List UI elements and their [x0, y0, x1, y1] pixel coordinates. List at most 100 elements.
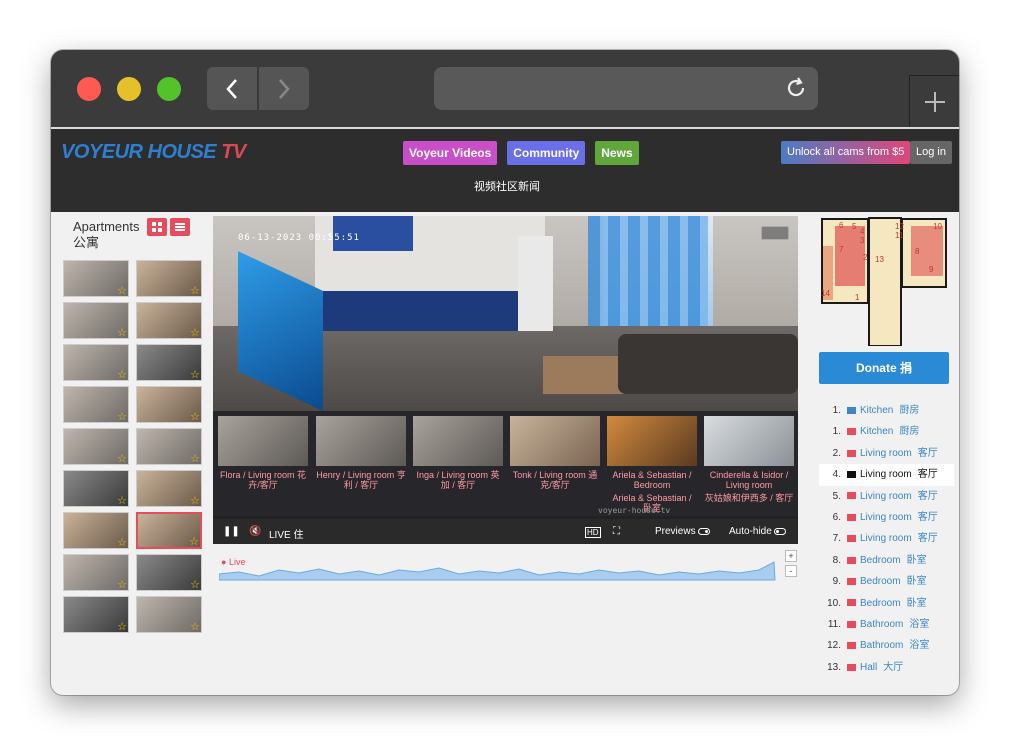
- apartment-thumb[interactable]: ☆: [63, 344, 129, 381]
- reload-icon[interactable]: [784, 76, 808, 100]
- top-nav: Voyeur Videos Community News: [403, 141, 639, 165]
- camera-list-item[interactable]: 11. Bathroom 浴室: [819, 614, 954, 635]
- camera-list-item[interactable]: 9. Bedroom 卧室: [819, 571, 954, 592]
- map-room-number: 10: [933, 222, 942, 231]
- autohide-label: Auto-hide: [729, 526, 772, 537]
- apartment-thumb[interactable]: ☆: [136, 596, 202, 633]
- star-icon: ☆: [190, 579, 200, 591]
- apartment-thumb[interactable]: ☆: [63, 554, 129, 591]
- apartment-thumb[interactable]: ☆: [136, 302, 202, 339]
- previews-label: Previews: [655, 526, 696, 537]
- timeline-zoom-out-button[interactable]: -: [785, 565, 797, 577]
- maximize-window-button[interactable]: [157, 77, 181, 101]
- star-icon: ☆: [190, 285, 200, 297]
- minimize-window-button[interactable]: [117, 77, 141, 101]
- nav-community[interactable]: Community: [507, 141, 586, 165]
- star-icon: ☆: [117, 621, 127, 633]
- apartment-thumb[interactable]: ☆: [136, 554, 202, 591]
- preview-label: Inga / Living room 英加 / 客厅: [416, 470, 500, 490]
- activity-graph: [219, 561, 776, 581]
- preview-item[interactable]: Tonk / Living room 通克/客厅: [510, 416, 600, 490]
- apartment-thumb[interactable]: ☆: [136, 260, 202, 297]
- apartment-thumb[interactable]: ☆: [63, 596, 129, 633]
- apartment-thumb[interactable]: ☆: [136, 344, 202, 381]
- star-icon: ☆: [190, 327, 200, 339]
- video-camera-icon: [847, 556, 856, 564]
- map-room-number: 5: [852, 222, 857, 231]
- live-label: LIVE 住: [269, 530, 304, 541]
- grid-view-button[interactable]: [147, 218, 167, 236]
- camera-list-item[interactable]: 8. Bedroom 卧室: [819, 550, 954, 571]
- star-icon: ☆: [117, 327, 127, 339]
- close-window-button[interactable]: [77, 77, 101, 101]
- floor-plan-map[interactable]: 6 5 4 3 7 2 13 12 11 8 10 9 1 14: [819, 216, 949, 346]
- forward-button[interactable]: [259, 67, 309, 110]
- video-camera-icon: [847, 492, 856, 500]
- star-icon: ☆: [190, 453, 200, 465]
- fullscreen-icon[interactable]: ⛶: [613, 526, 620, 537]
- preview-item[interactable]: Henry / Living room 亨利 / 客厅: [316, 416, 406, 490]
- preview-item[interactable]: Cinderella & Isidor / Living room 灰姑娘和伊西多…: [704, 416, 794, 503]
- apartment-thumb[interactable]: ☆: [63, 428, 129, 465]
- plus-icon: [924, 91, 945, 112]
- browser-titlebar: [51, 50, 959, 127]
- logo-tv-text: TV: [221, 141, 246, 163]
- camera-list-item[interactable]: 7. Living room 客厅: [819, 528, 954, 549]
- apartment-thumb[interactable]: ☆: [63, 512, 129, 549]
- back-button[interactable]: [207, 67, 257, 110]
- preview-item[interactable]: Flora / Living room 花卉/客厅: [218, 416, 308, 490]
- preview-item[interactable]: Inga / Living room 英加 / 客厅: [413, 416, 503, 490]
- apartment-thumb-selected[interactable]: ☆: [136, 512, 202, 549]
- nav-news[interactable]: News: [595, 141, 639, 165]
- login-button[interactable]: Log in: [910, 141, 952, 164]
- camera-list-item[interactable]: 12. Bathroom 浴室: [819, 635, 954, 656]
- video-player[interactable]: 06-13-2023 00:55:51 Flora / Living room …: [213, 216, 798, 544]
- mute-icon[interactable]: 🔇: [249, 526, 261, 537]
- donate-button[interactable]: Donate 捐: [819, 352, 949, 384]
- new-tab-button[interactable]: [909, 75, 959, 127]
- camera-list-item[interactable]: 5. Living room 客厅: [819, 486, 954, 507]
- activity-timeline[interactable]: ● Live: [217, 552, 779, 592]
- preview-item[interactable]: Ariela & Sebastian / Bedroom Ariela & Seb…: [607, 416, 697, 513]
- site-logo[interactable]: VOYEUR HOUSE TV: [61, 141, 246, 164]
- camera-sidebar: 6 5 4 3 7 2 13 12 11 8 10 9 1 14 Donate …: [815, 212, 959, 695]
- pause-icon[interactable]: ❚❚: [223, 526, 240, 537]
- star-icon: ☆: [190, 621, 200, 633]
- unlock-cams-button[interactable]: Unlock all cams from $5: [781, 141, 911, 164]
- map-room-number: 1: [855, 293, 860, 302]
- nav-voyeur-videos[interactable]: Voyeur Videos: [403, 141, 498, 165]
- previews-toggle[interactable]: Previews: [655, 526, 710, 537]
- star-icon: ☆: [117, 495, 127, 507]
- video-camera-icon: [847, 406, 856, 414]
- autohide-toggle[interactable]: Auto-hide: [729, 526, 786, 537]
- apartment-thumb[interactable]: ☆: [136, 428, 202, 465]
- apartment-thumb[interactable]: ☆: [136, 470, 202, 507]
- timeline-zoom-in-button[interactable]: +: [785, 550, 797, 562]
- star-icon: ☆: [190, 495, 200, 507]
- map-room-number: 12: [895, 222, 904, 231]
- apartment-thumb[interactable]: ☆: [63, 470, 129, 507]
- site-header: VOYEUR HOUSE TV Voyeur Videos Community …: [51, 129, 959, 212]
- apartment-thumb[interactable]: ☆: [136, 386, 202, 423]
- map-room-number: 2: [863, 253, 868, 262]
- map-room-number: 4: [860, 227, 865, 236]
- camera-list-item[interactable]: 13. Hall 大厅: [819, 657, 954, 678]
- camera-switch-icon[interactable]: [761, 226, 789, 240]
- camera-list-item[interactable]: 10. Bedroom 卧室: [819, 593, 954, 614]
- video-camera-icon: [847, 620, 856, 628]
- camera-list-item[interactable]: 2. Living room 客厅: [819, 443, 954, 464]
- camera-list-item-active[interactable]: 4. Living room 客厅: [819, 464, 954, 486]
- list-view-button[interactable]: [170, 218, 190, 236]
- apartment-thumb[interactable]: ☆: [63, 302, 129, 339]
- apartments-title: Apartments 公寓: [73, 219, 140, 250]
- video-frame: 06-13-2023 00:55:51: [213, 216, 798, 411]
- preview-strip: Flora / Living room 花卉/客厅 Henry / Living…: [213, 411, 798, 516]
- camera-list-item[interactable]: 1. Kitchen 厨房: [819, 400, 954, 421]
- apartment-thumb[interactable]: ☆: [63, 260, 129, 297]
- apartment-thumb[interactable]: ☆: [63, 386, 129, 423]
- camera-list-item[interactable]: 1. Kitchen 厨房: [819, 421, 954, 442]
- address-bar[interactable]: [434, 67, 818, 110]
- quality-icon[interactable]: HD: [585, 527, 601, 538]
- camera-list: 1. Kitchen 厨房 1. Kitchen 厨房 2. Living room 客厅 …: [819, 400, 954, 678]
- camera-list-item[interactable]: 6. Living room 客厅: [819, 507, 954, 528]
